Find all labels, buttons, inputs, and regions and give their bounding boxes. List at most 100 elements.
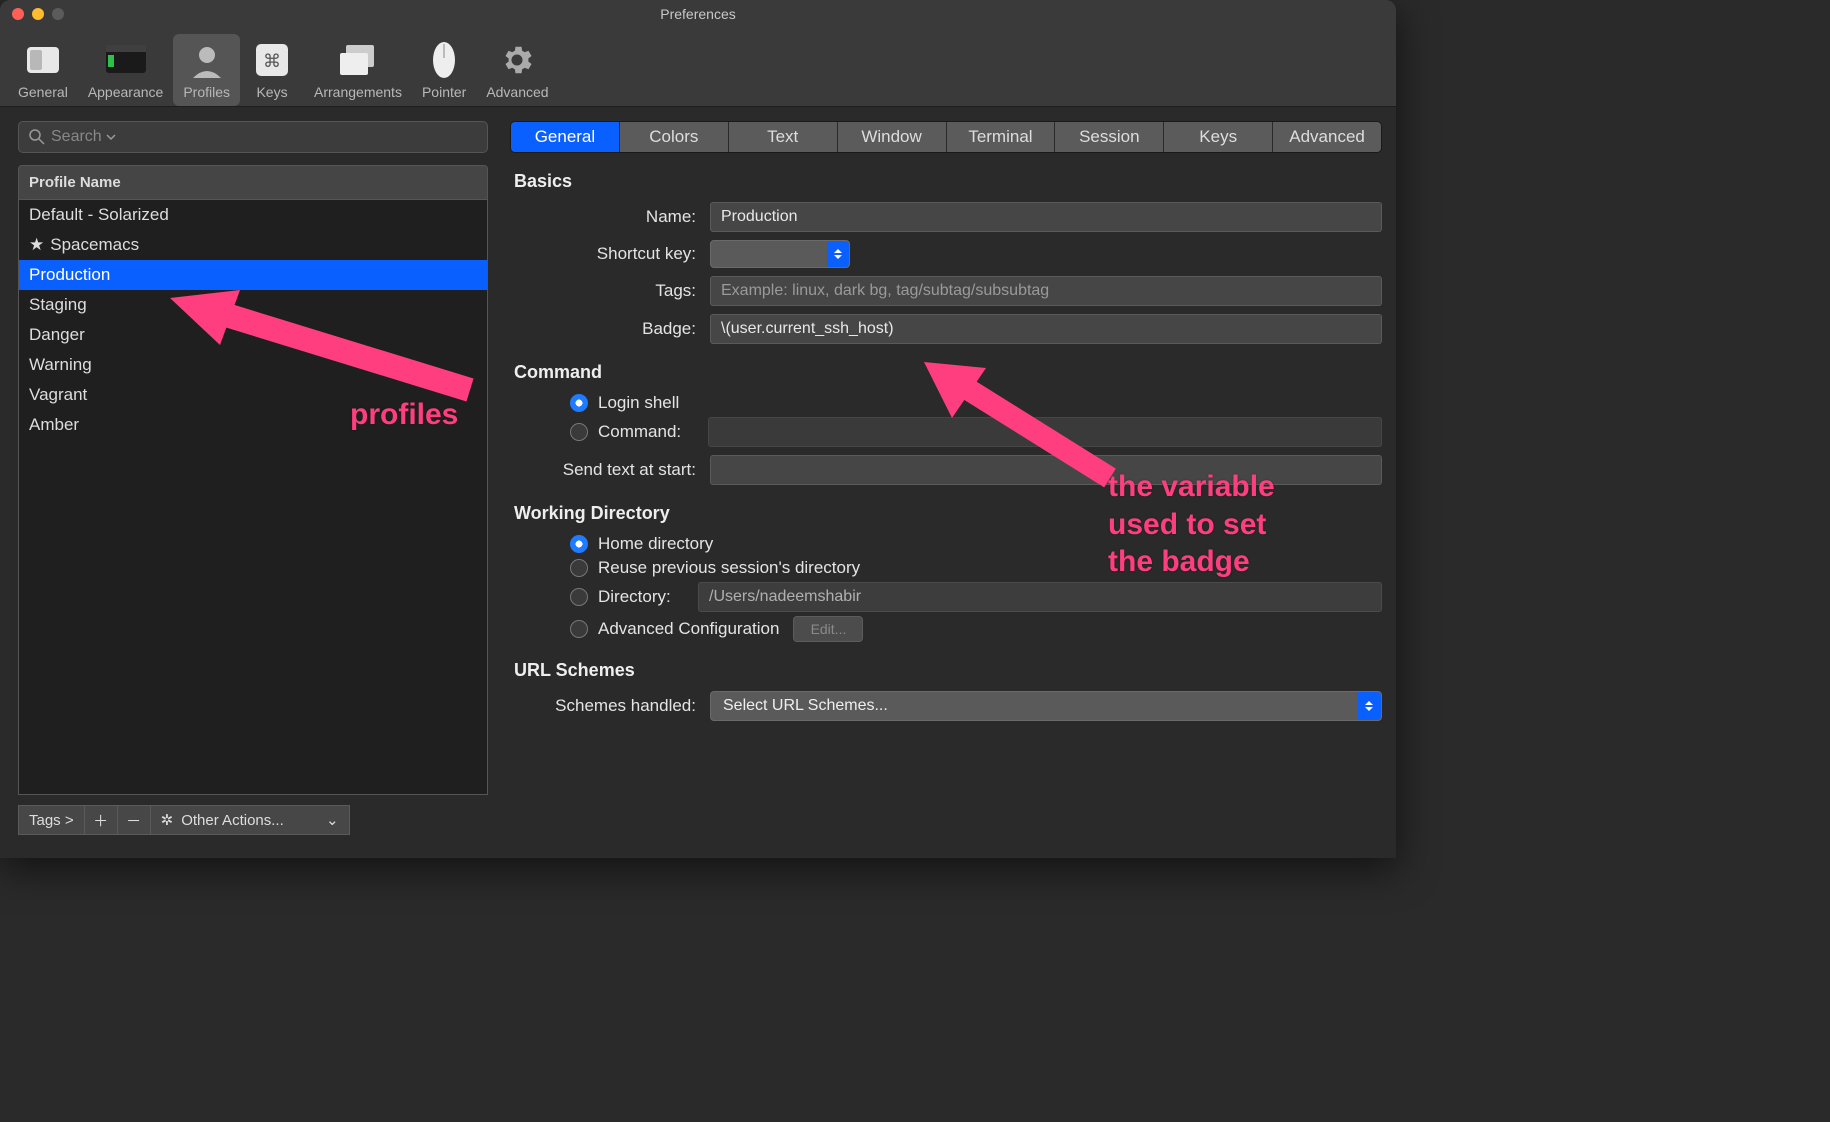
profile-name: Production	[29, 265, 110, 285]
directory-radio[interactable]	[570, 588, 588, 606]
profile-row[interactable]: Amber	[19, 410, 487, 440]
tab-text[interactable]: Text	[729, 122, 837, 152]
send-text-label: Send text at start:	[510, 460, 710, 480]
chevron-down-icon: ⌄	[326, 811, 339, 829]
home-directory-label: Home directory	[598, 534, 713, 554]
url-schemes-heading: URL Schemes	[514, 660, 1382, 681]
gear-icon	[495, 38, 539, 82]
tab-advanced[interactable]: Advanced	[1273, 122, 1381, 152]
reuse-directory-radio[interactable]	[570, 559, 588, 577]
toolbar-label: Appearance	[88, 84, 164, 100]
tags-field-label: Tags:	[510, 281, 710, 301]
search-icon	[29, 129, 45, 145]
toolbar-label: Advanced	[486, 84, 548, 100]
window-title: Preferences	[0, 6, 1396, 22]
reuse-directory-label: Reuse previous session's directory	[598, 558, 860, 578]
appearance-icon	[104, 38, 148, 82]
profile-name: Vagrant	[29, 385, 87, 405]
general-icon	[21, 38, 65, 82]
window-close-button[interactable]	[12, 8, 24, 20]
name-label: Name:	[510, 207, 710, 227]
profile-name-input[interactable]	[710, 202, 1382, 232]
command-input[interactable]	[708, 417, 1382, 447]
profile-name: Danger	[29, 325, 85, 345]
arrangements-icon	[336, 38, 380, 82]
home-directory-radio[interactable]	[570, 535, 588, 553]
profile-name: Warning	[29, 355, 92, 375]
shortcut-key-select[interactable]	[710, 240, 850, 268]
badge-input[interactable]	[710, 314, 1382, 344]
preferences-toolbar: General Appearance Profiles ⌘ Keys Arran…	[0, 28, 1396, 107]
profile-row[interactable]: Warning	[19, 350, 487, 380]
profile-list: Default - Solarized ★ Spacemacs Productio…	[18, 199, 488, 795]
tab-session[interactable]: Session	[1055, 122, 1163, 152]
tab-colors[interactable]: Colors	[620, 122, 728, 152]
basics-heading: Basics	[514, 171, 1382, 192]
tags-input[interactable]	[710, 276, 1382, 306]
toolbar-label: Profiles	[183, 84, 230, 100]
star-icon: ★	[29, 235, 44, 255]
profile-name: Default - Solarized	[29, 205, 169, 225]
login-shell-label: Login shell	[598, 393, 679, 413]
shortcut-label: Shortcut key:	[510, 244, 710, 264]
profile-row[interactable]: Staging	[19, 290, 487, 320]
badge-label: Badge:	[510, 319, 710, 339]
window-minimize-button[interactable]	[32, 8, 44, 20]
edit-button[interactable]: Edit...	[793, 616, 863, 642]
svg-text:⌘: ⌘	[263, 51, 281, 71]
gear-icon: ✲	[161, 811, 174, 829]
chevron-down-icon	[106, 132, 116, 142]
toolbar-advanced[interactable]: Advanced	[476, 34, 558, 106]
other-actions-menu[interactable]: ✲ Other Actions... ⌄	[150, 805, 350, 835]
toolbar-label: General	[18, 84, 68, 100]
tab-keys[interactable]: Keys	[1164, 122, 1272, 152]
toolbar-general[interactable]: General	[8, 34, 78, 106]
remove-profile-button[interactable]: －	[117, 805, 151, 835]
profile-row[interactable]: Production	[19, 260, 487, 290]
profile-row[interactable]: ★ Spacemacs	[19, 230, 487, 260]
toolbar-label: Keys	[256, 84, 287, 100]
toolbar-keys[interactable]: ⌘ Keys	[240, 34, 304, 106]
tags-filter-button[interactable]: Tags >	[18, 805, 85, 835]
schemes-label: Schemes handled:	[510, 696, 710, 716]
url-schemes-select[interactable]: Select URL Schemes...	[710, 691, 1382, 721]
url-schemes-value: Select URL Schemes...	[723, 697, 888, 715]
profile-name: Staging	[29, 295, 87, 315]
profiles-icon	[185, 38, 229, 82]
advanced-config-label: Advanced Configuration	[598, 619, 779, 639]
toolbar-label: Arrangements	[314, 84, 402, 100]
profile-row[interactable]: Vagrant	[19, 380, 487, 410]
command-label: Command:	[598, 422, 708, 442]
profile-tabs: General Colors Text Window Terminal Sess…	[510, 121, 1382, 153]
toolbar-label: Pointer	[422, 84, 466, 100]
tags-label: Tags >	[29, 812, 74, 829]
profile-search-input[interactable]: Search	[18, 121, 488, 153]
tab-general[interactable]: General	[511, 122, 619, 152]
tab-window[interactable]: Window	[838, 122, 946, 152]
command-heading: Command	[514, 362, 1382, 383]
profile-row[interactable]: Default - Solarized	[19, 200, 487, 230]
pointer-icon	[422, 38, 466, 82]
tab-terminal[interactable]: Terminal	[947, 122, 1055, 152]
profile-row[interactable]: Danger	[19, 320, 487, 350]
profile-name: Spacemacs	[50, 235, 139, 255]
search-placeholder: Search	[51, 128, 102, 146]
directory-label: Directory:	[598, 587, 698, 607]
toolbar-profiles[interactable]: Profiles	[173, 34, 240, 106]
toolbar-appearance[interactable]: Appearance	[78, 34, 174, 106]
command-radio[interactable]	[570, 423, 588, 441]
toolbar-arrangements[interactable]: Arrangements	[304, 34, 412, 106]
other-actions-label: Other Actions...	[181, 812, 284, 829]
directory-input[interactable]	[698, 582, 1382, 612]
window-zoom-button[interactable]	[52, 8, 64, 20]
profile-name: Amber	[29, 415, 79, 435]
profile-list-header[interactable]: Profile Name	[18, 165, 488, 199]
send-text-input[interactable]	[710, 455, 1382, 485]
titlebar: Preferences	[0, 0, 1396, 28]
add-profile-button[interactable]: ＋	[84, 805, 118, 835]
toolbar-pointer[interactable]: Pointer	[412, 34, 476, 106]
advanced-config-radio[interactable]	[570, 620, 588, 638]
keys-icon: ⌘	[250, 38, 294, 82]
working-directory-heading: Working Directory	[514, 503, 1382, 524]
login-shell-radio[interactable]	[570, 394, 588, 412]
